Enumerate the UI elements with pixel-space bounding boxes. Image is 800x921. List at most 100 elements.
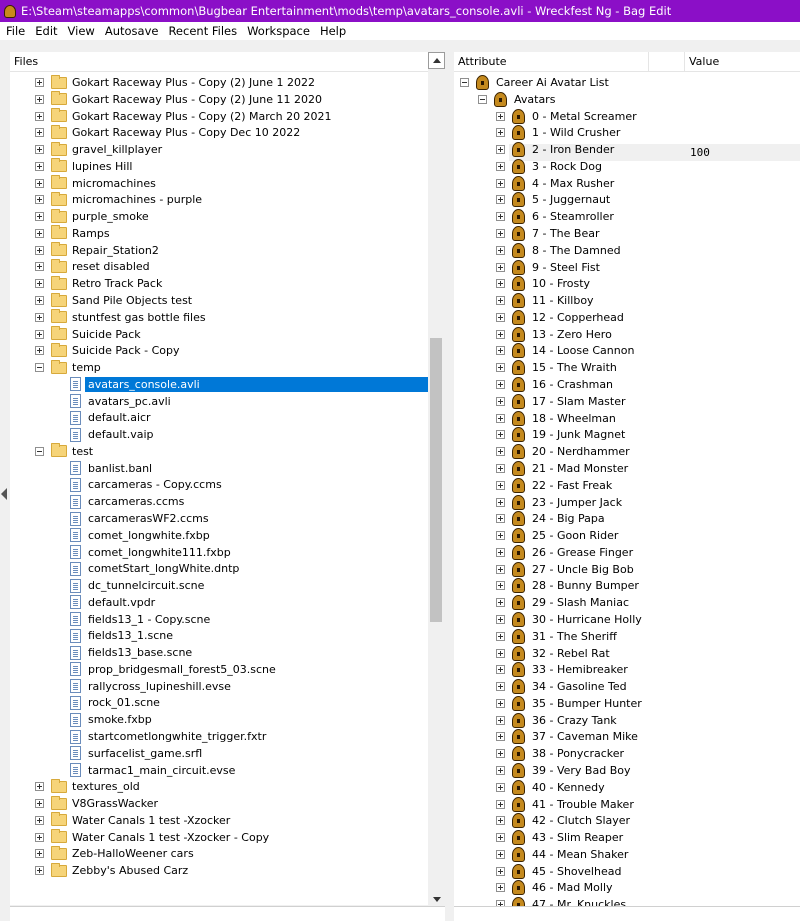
avatar-node[interactable]: 44 - Mean Shaker — [496, 846, 628, 863]
menu-workspace[interactable]: Workspace — [242, 22, 315, 40]
avatar-node[interactable]: 46 - Mad Molly — [496, 879, 613, 896]
avatar-node[interactable]: 35 - Bumper Hunter — [496, 695, 642, 712]
expand-icon[interactable] — [496, 128, 505, 138]
avatar-node[interactable]: 23 - Jumper Jack — [496, 494, 622, 511]
value-column-header[interactable]: Value — [689, 52, 719, 72]
file-row[interactable]: dc_tunnelcircuit.scne — [70, 577, 204, 594]
collapse-icon[interactable] — [478, 94, 487, 104]
expand-icon[interactable] — [35, 245, 44, 255]
avatar-node[interactable]: 27 - Uncle Big Bob — [496, 561, 634, 578]
file-row[interactable]: default.vpdr — [70, 594, 155, 611]
avatar-node[interactable]: 7 - The Bear — [496, 225, 600, 242]
expand-icon[interactable] — [496, 329, 505, 339]
folder-row[interactable]: textures_old — [35, 778, 140, 795]
avatar-node[interactable]: 30 - Hurricane Holly — [496, 611, 642, 628]
column-divider[interactable] — [684, 52, 685, 72]
expand-icon[interactable] — [496, 380, 505, 390]
folder-row[interactable]: Gokart Raceway Plus - Copy (2) June 11 2… — [35, 91, 322, 108]
folder-row[interactable]: Retro Track Pack — [35, 275, 162, 292]
folder-row[interactable]: test — [35, 443, 93, 460]
file-row[interactable]: fields13_1.scne — [70, 627, 173, 644]
folder-row[interactable]: Ramps — [35, 225, 110, 242]
folder-row[interactable]: Suicide Pack — [35, 326, 141, 343]
expand-icon[interactable] — [496, 715, 505, 725]
expand-icon[interactable] — [496, 531, 505, 541]
folder-row[interactable]: Suicide Pack - Copy — [35, 342, 180, 359]
folder-row[interactable]: gravel_killplayer — [35, 141, 162, 158]
expand-icon[interactable] — [496, 698, 505, 708]
expand-icon[interactable] — [35, 296, 44, 305]
expand-icon[interactable] — [35, 312, 44, 322]
expand-icon[interactable] — [35, 212, 44, 222]
folder-row[interactable]: lupines Hill — [35, 158, 132, 175]
avatar-node[interactable]: 25 - Goon Rider — [496, 527, 618, 544]
expand-icon[interactable] — [496, 212, 505, 222]
expand-icon[interactable] — [35, 111, 44, 121]
avatar-node[interactable]: 26 - Grease Finger — [496, 544, 633, 561]
expand-icon[interactable] — [35, 178, 44, 188]
expand-icon[interactable] — [35, 782, 44, 792]
expand-icon[interactable] — [496, 312, 505, 322]
expand-icon[interactable] — [35, 279, 44, 289]
expand-icon[interactable] — [496, 413, 505, 423]
file-row[interactable]: surfacelist_game.srfl — [70, 745, 202, 762]
expand-icon[interactable] — [496, 665, 505, 675]
expand-icon[interactable] — [496, 833, 505, 843]
files-tree[interactable]: Gokart Raceway Plus - Copy (2) June 1 20… — [10, 72, 428, 905]
expand-icon[interactable] — [496, 245, 505, 255]
menu-help[interactable]: Help — [315, 22, 351, 40]
expand-icon[interactable] — [35, 346, 44, 356]
folder-row[interactable]: Repair_Station2 — [35, 242, 159, 259]
avatar-node[interactable]: 16 - Crashman — [496, 376, 613, 393]
title-bar[interactable]: E:\Steam\steamapps\common\Bugbear Entert… — [0, 0, 800, 22]
avatar-node[interactable]: 22 - Fast Freak — [496, 477, 612, 494]
expand-icon[interactable] — [496, 514, 505, 524]
avatar-node[interactable]: 31 - The Sheriff — [496, 628, 617, 645]
avatar-node[interactable]: 13 - Zero Hero — [496, 326, 612, 343]
expand-icon[interactable] — [496, 262, 505, 272]
folder-row[interactable]: Gokart Raceway Plus - Copy (2) March 20 … — [35, 108, 332, 125]
expand-icon[interactable] — [496, 447, 505, 457]
avatar-node[interactable]: 0 - Metal Screamer — [496, 108, 637, 125]
folder-row[interactable]: purple_smoke — [35, 208, 149, 225]
folder-row[interactable]: Zeb-HalloWeener cars — [35, 845, 194, 862]
avatar-node[interactable]: 3 - Rock Dog — [496, 158, 602, 175]
avatar-node[interactable]: 19 - Junk Magnet — [496, 426, 625, 443]
avatar-node[interactable]: 12 - Copperhead — [496, 309, 624, 326]
avatar-node[interactable]: 36 - Crazy Tank — [496, 712, 617, 729]
file-row[interactable]: default.aicr — [70, 409, 151, 426]
folder-row[interactable]: Water Canals 1 test -Xzocker — [35, 812, 230, 829]
file-row[interactable]: carcameras.ccms — [70, 493, 184, 510]
expand-icon[interactable] — [35, 329, 44, 339]
avatar-node[interactable]: 45 - Shovelhead — [496, 863, 621, 880]
file-row[interactable]: default.vaip — [70, 426, 154, 443]
avatar-node[interactable]: 32 - Rebel Rat — [496, 645, 610, 662]
file-row[interactable]: banlist.banl — [70, 460, 152, 477]
file-row[interactable]: avatars_console.avli — [70, 376, 428, 393]
expand-icon[interactable] — [496, 849, 505, 859]
expand-icon[interactable] — [496, 631, 505, 641]
expand-icon[interactable] — [496, 346, 505, 356]
expand-icon[interactable] — [35, 145, 44, 155]
avatar-node[interactable]: 11 - Killboy — [496, 292, 594, 309]
avatar-node[interactable]: 17 - Slam Master — [496, 393, 626, 410]
avatar-node[interactable]: 42 - Clutch Slayer — [496, 812, 630, 829]
expand-icon[interactable] — [496, 229, 505, 239]
collapse-icon[interactable] — [460, 78, 469, 87]
expand-icon[interactable] — [496, 195, 505, 205]
expand-icon[interactable] — [35, 195, 44, 205]
avatar-node[interactable]: 4 - Max Rusher — [496, 175, 614, 192]
avatar-node[interactable]: 33 - Hemibreaker — [496, 661, 628, 678]
folder-row[interactable]: temp — [35, 359, 101, 376]
expand-icon[interactable] — [35, 815, 44, 825]
expand-icon[interactable] — [35, 228, 44, 238]
file-row[interactable]: rallycross_lupineshill.evse — [70, 678, 231, 695]
avatars-node[interactable]: Avatars — [478, 91, 555, 108]
expand-icon[interactable] — [496, 765, 505, 775]
avatar-node[interactable]: 6 - Steamroller — [496, 208, 614, 225]
file-row[interactable]: comet_longwhite.fxbp — [70, 527, 210, 544]
folder-row[interactable]: reset disabled — [35, 258, 150, 275]
folder-row[interactable]: stuntfest gas bottle files — [35, 309, 206, 326]
scroll-up-button[interactable] — [428, 52, 445, 69]
expand-icon[interactable] — [496, 816, 505, 826]
